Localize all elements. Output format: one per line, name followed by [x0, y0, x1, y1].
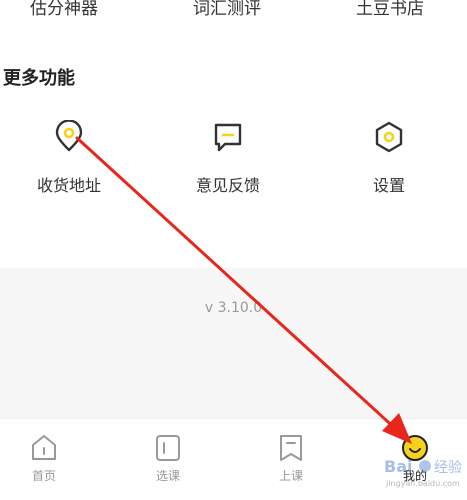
tab-label: 首页	[31, 469, 56, 483]
feature-label: 设置	[372, 176, 405, 195]
tool-vocabulary-test[interactable]: 词汇测评	[193, 0, 261, 19]
svg-text:Bai: Bai	[384, 457, 412, 476]
bookmark-icon	[280, 435, 302, 461]
location-pin-icon	[55, 120, 83, 152]
feature-feedback[interactable]: 意见反馈	[173, 120, 283, 200]
settings-hexagon-icon	[375, 121, 403, 153]
tab-label: 上课	[278, 469, 303, 483]
tab-label: 选课	[155, 469, 180, 483]
version-area: v 3.10.0	[0, 268, 467, 418]
feature-label: 意见反馈	[195, 176, 260, 195]
version-text: v 3.10.0	[204, 300, 263, 316]
tab-select-course[interactable]: 选课	[128, 433, 208, 493]
watermark-logo: Bai 经验 jingyan.baidu.com	[384, 457, 462, 488]
tool-score-estimator[interactable]: 估分神器	[30, 0, 98, 19]
feature-label: 收货地址	[36, 176, 101, 195]
more-features-title: 更多功能	[3, 68, 75, 89]
feature-shipping-address[interactable]: 收货地址	[14, 120, 124, 200]
home-icon	[32, 435, 56, 460]
top-tools-row: 估分神器 词汇测评 土豆书店	[0, 0, 467, 19]
tab-attend-class[interactable]: 上课	[251, 433, 331, 493]
feedback-chat-icon	[214, 123, 242, 152]
course-select-icon	[156, 435, 180, 461]
tool-potato-bookstore[interactable]: 土豆书店	[356, 0, 424, 19]
tab-home[interactable]: 首页	[4, 433, 84, 493]
svg-text:jingyan.baidu.com: jingyan.baidu.com	[385, 479, 460, 488]
feature-settings[interactable]: 设置	[334, 120, 444, 200]
svg-text:经验: 经验	[434, 460, 462, 476]
